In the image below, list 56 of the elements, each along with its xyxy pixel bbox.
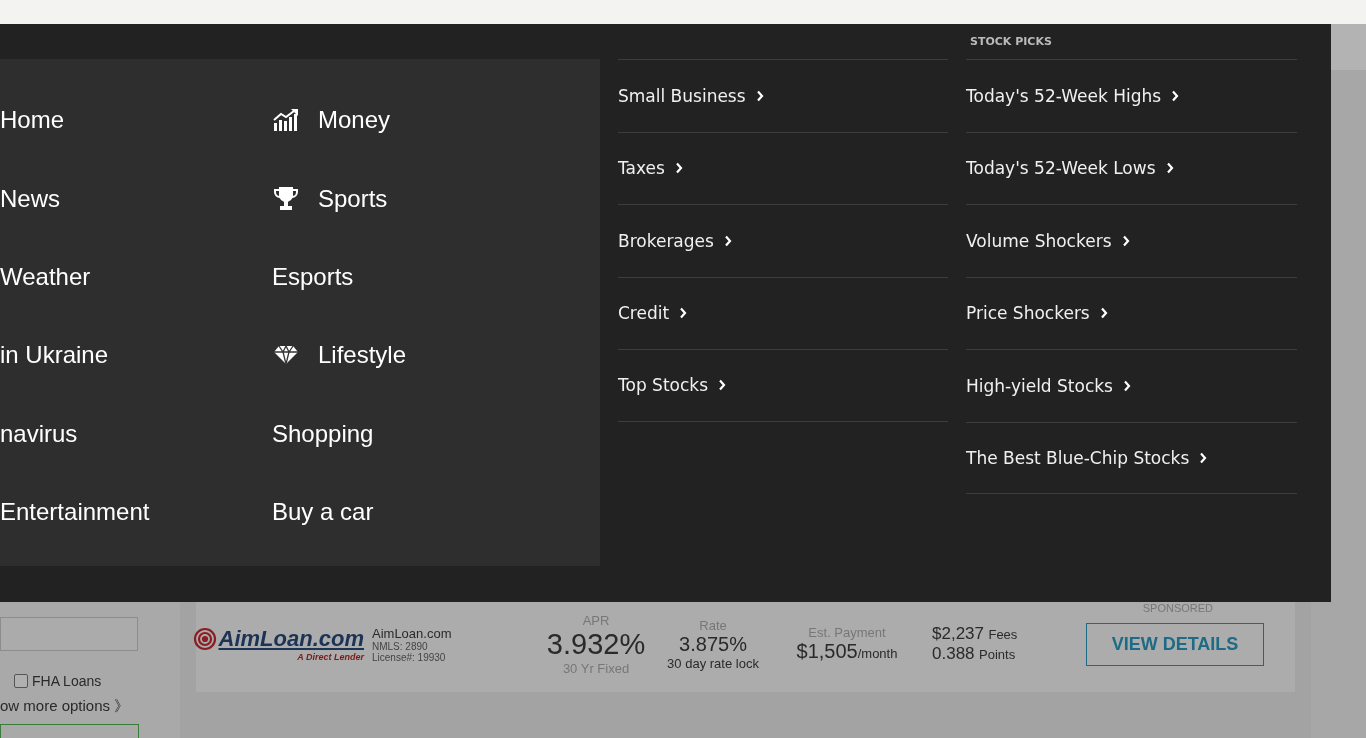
- nmls-number: NMLS: 2890: [372, 640, 429, 652]
- menu-link[interactable]: The Best Blue-Chip Stocks: [966, 447, 1208, 468]
- menu-link[interactable]: Today's 52-Week Highs: [966, 85, 1180, 106]
- menu-link[interactable]: Volume Shockers: [966, 230, 1130, 251]
- nav-link[interactable]: navirus: [0, 394, 78, 473]
- rate-value: 3.875%: [679, 632, 747, 656]
- nav-link[interactable]: Sports: [272, 159, 388, 238]
- nav-link[interactable]: Entertainment: [0, 472, 150, 552]
- menu-link[interactable]: Credit: [618, 303, 688, 324]
- chevron-right-icon: [718, 379, 726, 392]
- nav-link[interactable]: Buy a car: [272, 472, 374, 552]
- payment-value: $1,505: [796, 640, 858, 662]
- license-number: License#: 19930: [372, 651, 447, 663]
- target-icon: [191, 627, 218, 651]
- fha-loans-checkbox[interactable]: FHA Loans: [14, 673, 180, 689]
- input-field[interactable]: [0, 617, 138, 651]
- nav-link[interactable]: in Ukraine: [0, 316, 109, 395]
- chevron-right-icon: [1171, 89, 1180, 102]
- nav-link[interactable]: Weather: [0, 237, 91, 317]
- nav-link[interactable]: Lifestyle: [272, 316, 407, 395]
- fees-value: $2,237: [932, 624, 984, 643]
- chevron-right-icon: [723, 234, 732, 247]
- menu-link[interactable]: Today's 52-Week Lows: [966, 158, 1174, 179]
- lender-name: AimLoan.com: [372, 625, 453, 641]
- menu-link[interactable]: Price Shockers: [966, 303, 1108, 324]
- chart-icon: [273, 109, 299, 132]
- nav-link[interactable]: Esports: [272, 237, 354, 317]
- nav-link[interactable]: News: [0, 159, 60, 238]
- menu-link[interactable]: Brokerages: [618, 230, 732, 251]
- section-heading: STOCK PICKS: [970, 35, 1052, 48]
- chevron-right-icon: [1099, 307, 1108, 320]
- chevron-right-icon: [1199, 451, 1208, 464]
- diamond-icon: [273, 345, 299, 366]
- fees-label: Fees: [988, 627, 1018, 642]
- points-value: 0.388: [932, 644, 975, 663]
- logo-tagline: A Direct Lender: [297, 652, 364, 662]
- points-label: Points: [979, 647, 1016, 662]
- chevron-right-icon: [674, 162, 683, 175]
- nav-link[interactable]: Home: [0, 81, 65, 160]
- nav-link[interactable]: Shopping: [272, 394, 374, 473]
- menu-link[interactable]: High-yield Stocks: [966, 375, 1131, 396]
- menu-link[interactable]: Small Business: [618, 85, 764, 106]
- menu-link[interactable]: Taxes: [618, 158, 683, 179]
- menu-link[interactable]: Top Stocks: [618, 375, 726, 396]
- rate-note: 30 day rate lock: [667, 655, 759, 671]
- nav-link[interactable]: Money: [272, 81, 391, 160]
- lender-logo: AimLoan.com: [218, 626, 364, 652]
- payment-unit: /month: [857, 646, 898, 661]
- trophy-icon: [273, 185, 299, 212]
- chevron-right-icon: [1165, 162, 1174, 175]
- chevron-right-icon: [1123, 379, 1131, 392]
- more-options-link[interactable]: ow more options 》: [0, 697, 180, 716]
- chevron-right-icon: [679, 307, 688, 320]
- apr-value: 3.932%: [546, 627, 646, 661]
- chevron-right-icon: [755, 89, 764, 102]
- chevron-right-icon: [1121, 234, 1130, 247]
